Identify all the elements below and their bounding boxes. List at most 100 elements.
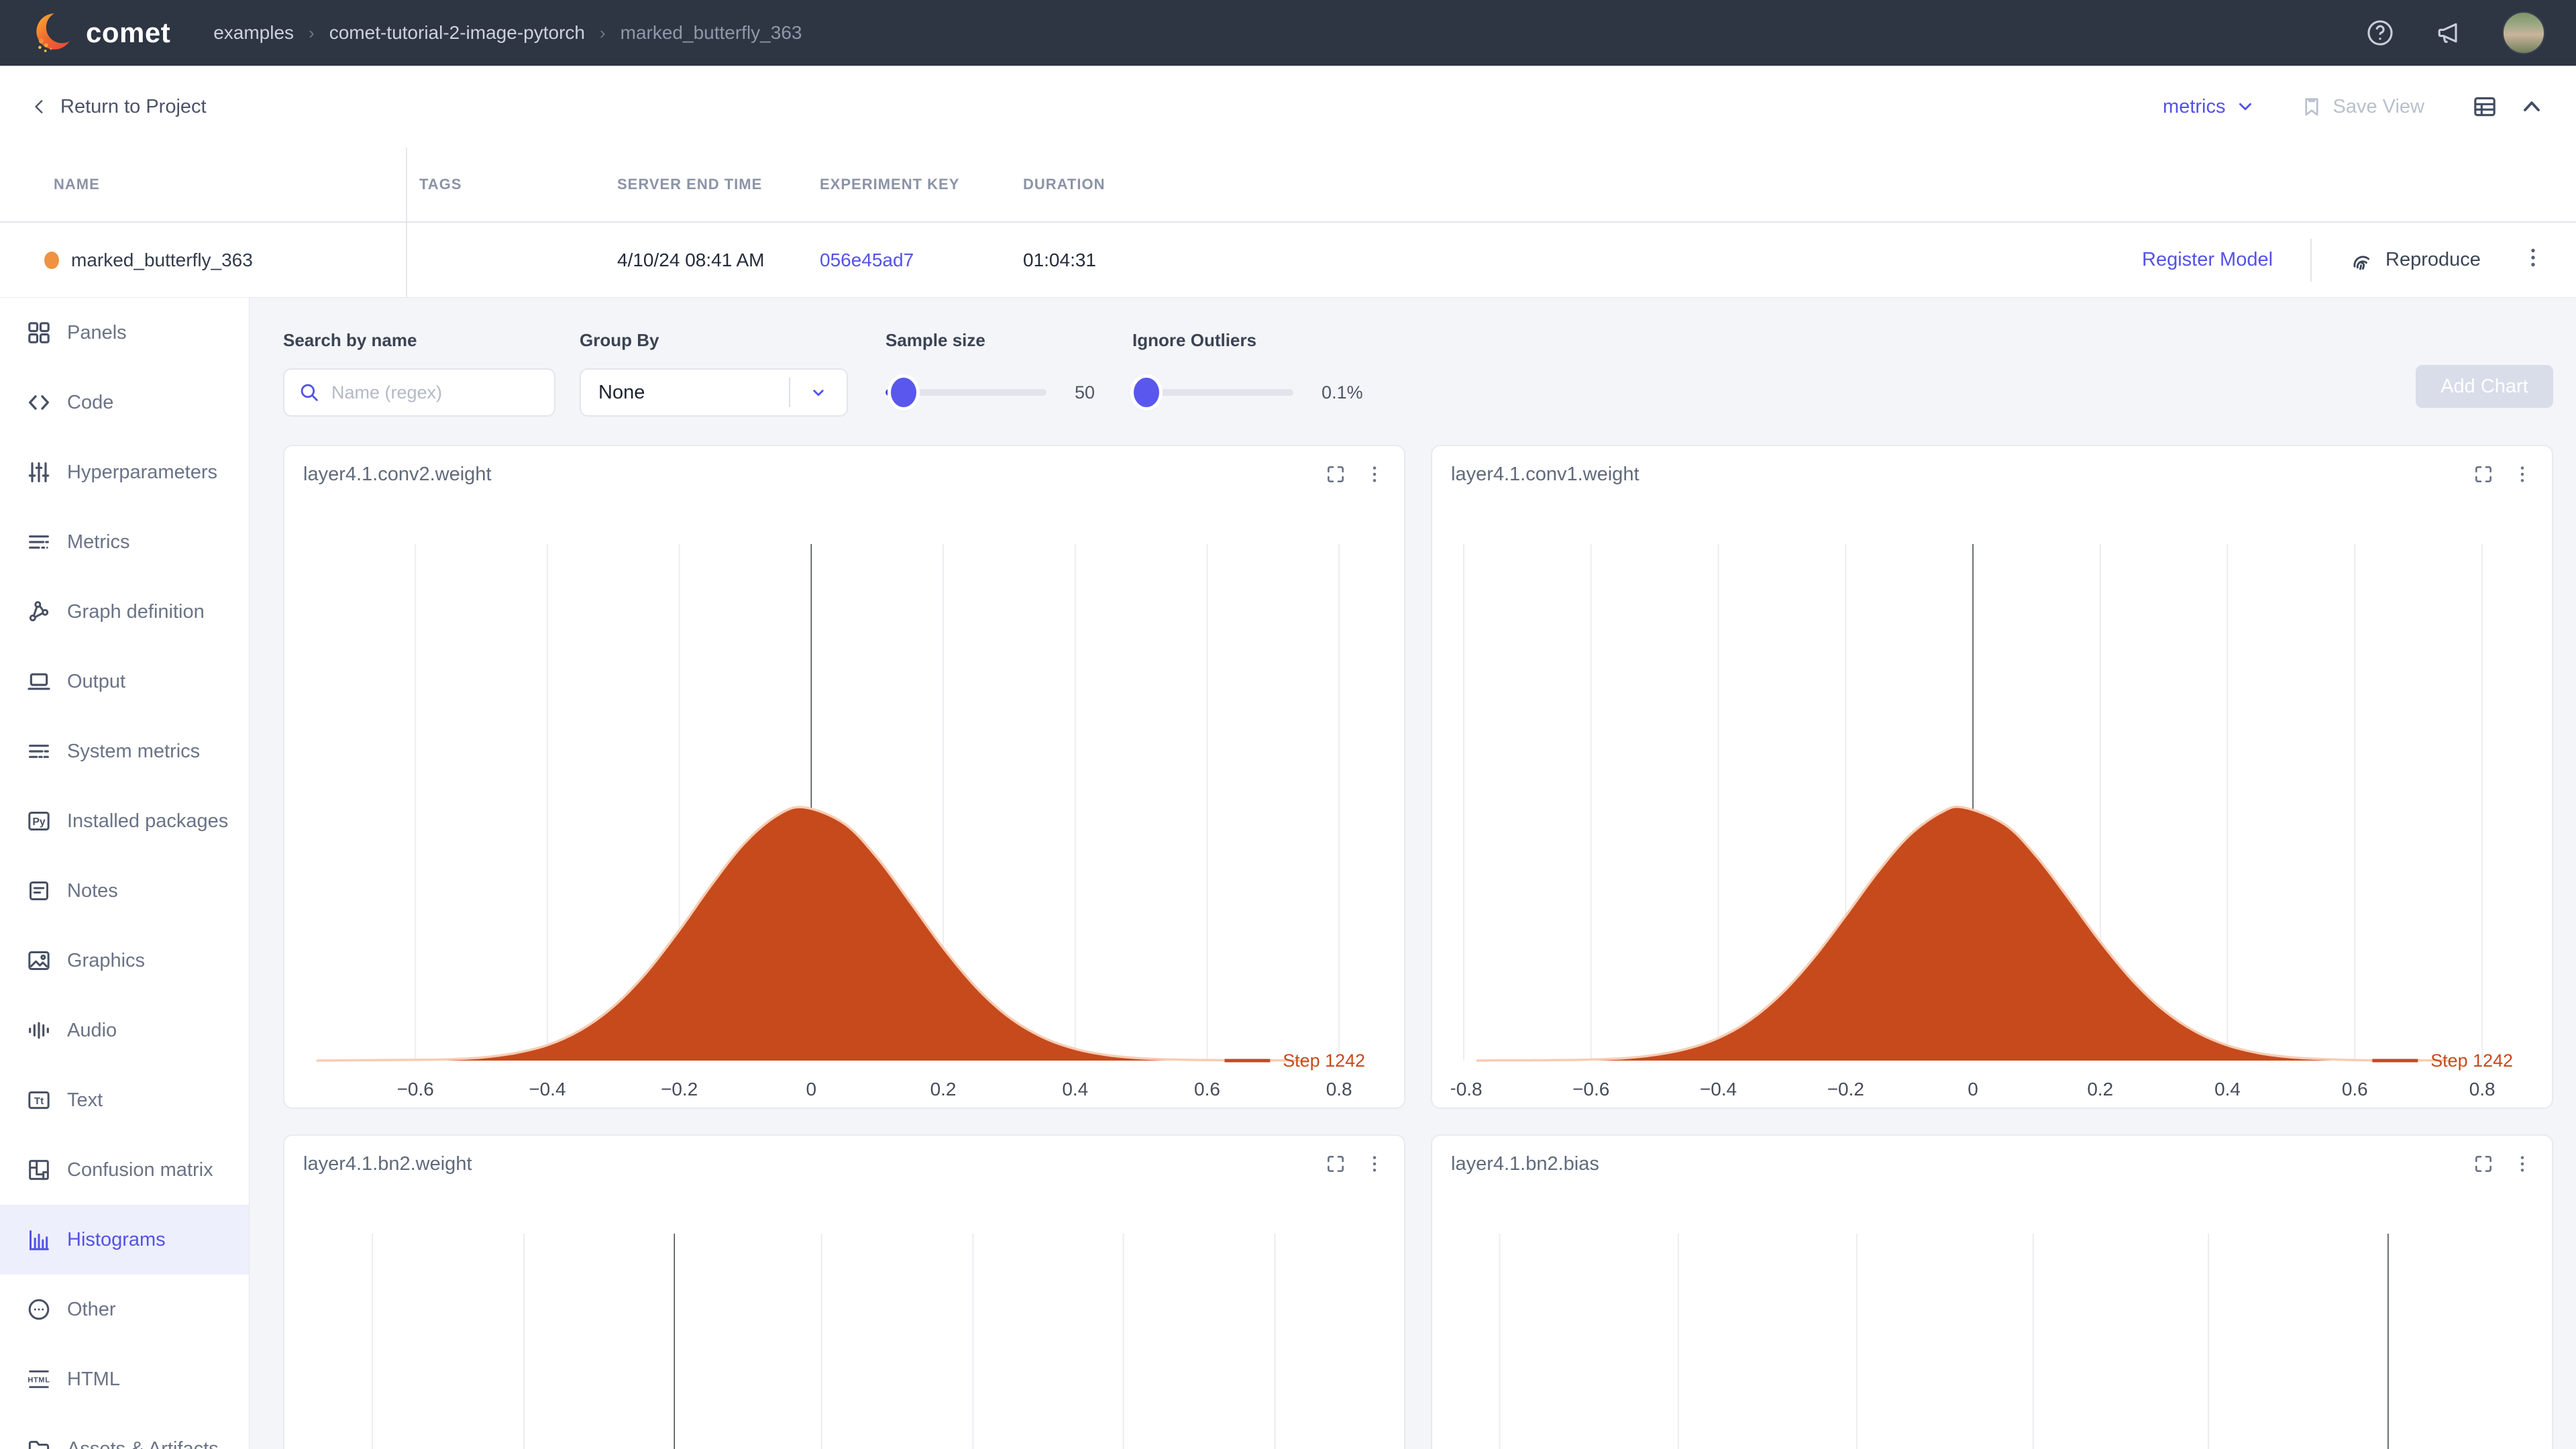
sidebar-item-histograms[interactable]: Histograms bbox=[0, 1205, 249, 1275]
system-metrics-icon bbox=[25, 738, 52, 765]
sidebar-item-system-metrics[interactable]: System metrics bbox=[0, 716, 249, 786]
experiment-name[interactable]: marked_butterfly_363 bbox=[71, 250, 253, 271]
svg-text:HTML: HTML bbox=[28, 1376, 50, 1384]
sidebar-item-notes[interactable]: Notes bbox=[0, 856, 249, 926]
histogram-plot[interactable] bbox=[1451, 1234, 2533, 1449]
svg-text:−0.2: −0.2 bbox=[661, 1079, 698, 1099]
announcements-icon[interactable] bbox=[2434, 18, 2463, 48]
return-label: Return to Project bbox=[60, 96, 207, 118]
svg-text:0.2: 0.2 bbox=[930, 1079, 957, 1099]
sidebar-item-hyperparameters[interactable]: Hyperparameters bbox=[0, 437, 249, 507]
sidebar-item-code[interactable]: Code bbox=[0, 368, 249, 437]
search-input[interactable] bbox=[331, 382, 541, 403]
kebab-icon[interactable] bbox=[1364, 1153, 1385, 1175]
fullscreen-icon[interactable] bbox=[2473, 464, 2494, 485]
histogram-plot[interactable]: −0.8−0.6−0.4−0.200.20.40.60.8Step 1242 bbox=[1451, 544, 2533, 1114]
sidebar-item-metrics[interactable]: Metrics bbox=[0, 507, 249, 577]
search-icon bbox=[298, 381, 321, 404]
col-header-server-end-time: SERVER END TIME bbox=[617, 176, 762, 193]
comet-logo-icon bbox=[31, 11, 75, 55]
search-block: Search by name bbox=[283, 330, 555, 417]
view-toolbar: Return to Project metrics Save View bbox=[0, 66, 2576, 148]
svg-text:−0.6: −0.6 bbox=[397, 1079, 434, 1099]
group-by-select[interactable]: None bbox=[580, 368, 848, 417]
kebab-icon[interactable] bbox=[2512, 1153, 2533, 1175]
help-icon[interactable] bbox=[2365, 18, 2395, 48]
sidebar-item-label: HTML bbox=[67, 1368, 120, 1391]
sidebar-item-graphics[interactable]: Graphics bbox=[0, 926, 249, 996]
fullscreen-icon[interactable] bbox=[1325, 464, 1346, 485]
graph-icon bbox=[25, 598, 52, 625]
reproduce-button[interactable]: Reproduce bbox=[2348, 247, 2481, 274]
breadcrumb-workspace[interactable]: examples bbox=[213, 22, 294, 44]
sidebar-item-html[interactable]: HTML HTML bbox=[0, 1344, 249, 1414]
group-by-block: Group By None bbox=[580, 330, 848, 417]
chart-card-conv2-weight: layer4.1.conv2.weight −0.6−0.4−0.200.20.… bbox=[283, 445, 1405, 1109]
save-view-button[interactable]: Save View bbox=[2300, 95, 2425, 119]
folder-icon bbox=[25, 1436, 52, 1449]
svg-text:0.2: 0.2 bbox=[2087, 1079, 2113, 1099]
view-dropdown[interactable]: metrics bbox=[2163, 96, 2255, 118]
fullscreen-icon[interactable] bbox=[2473, 1153, 2494, 1175]
user-avatar[interactable] bbox=[2502, 11, 2545, 54]
svg-text:0: 0 bbox=[1968, 1079, 1978, 1099]
chart-title: layer4.1.conv2.weight bbox=[303, 464, 492, 486]
sidebar-item-other[interactable]: Other bbox=[0, 1275, 249, 1344]
sidebar-item-label: Panels bbox=[67, 322, 127, 344]
histograms-panel: Search by name Group By None bbox=[250, 298, 2576, 1449]
sidebar-item-text[interactable]: Tt Text bbox=[0, 1065, 249, 1135]
sample-size-value: 50 bbox=[1075, 382, 1095, 403]
table-view-icon[interactable] bbox=[2471, 93, 2498, 120]
ignore-outliers-slider-thumb[interactable] bbox=[1134, 378, 1159, 407]
search-box[interactable] bbox=[283, 368, 555, 417]
sidebar: Panels Code Hyperparameters Metrics bbox=[0, 298, 250, 1449]
server-end-time: 4/10/24 08:41 AM bbox=[617, 250, 765, 271]
collapse-chevron-icon[interactable] bbox=[2518, 93, 2545, 120]
sidebar-item-confusion-matrix[interactable]: Confusion matrix bbox=[0, 1135, 249, 1205]
ignore-outliers-block: Ignore Outliers 0.1% bbox=[1132, 330, 1363, 417]
ignore-outliers-slider[interactable] bbox=[1132, 389, 1293, 396]
svg-text:−0.8: −0.8 bbox=[1451, 1079, 1483, 1099]
breadcrumb-experiment: marked_butterfly_363 bbox=[621, 22, 802, 44]
kebab-icon[interactable] bbox=[2512, 464, 2533, 485]
sidebar-item-assets-artifacts[interactable]: Assets & Artifacts bbox=[0, 1414, 249, 1449]
sample-size-slider[interactable] bbox=[885, 389, 1046, 396]
histogram-plot[interactable]: −0.6−0.4−0.200.20.40.60.8Step 1242 bbox=[303, 544, 1385, 1114]
sample-size-block: Sample size 50 bbox=[885, 330, 1095, 417]
other-icon bbox=[25, 1296, 52, 1323]
fullscreen-icon[interactable] bbox=[1325, 1153, 1346, 1175]
sidebar-item-label: Graphics bbox=[67, 950, 145, 972]
table-row[interactable]: marked_butterfly_363 4/10/24 08:41 AM 05… bbox=[0, 223, 2576, 298]
svg-text:−0.4: −0.4 bbox=[1700, 1079, 1737, 1099]
histogram-plot[interactable] bbox=[303, 1234, 1385, 1449]
chart-title: layer4.1.conv1.weight bbox=[1451, 464, 1640, 486]
comet-logo[interactable]: comet bbox=[31, 11, 170, 55]
top-navbar: comet examples › comet-tutorial-2-image-… bbox=[0, 0, 2576, 66]
sidebar-item-audio[interactable]: Audio bbox=[0, 996, 249, 1065]
register-model-link[interactable]: Register Model bbox=[2142, 249, 2273, 271]
breadcrumb-separator: › bbox=[309, 23, 315, 44]
return-to-project-button[interactable]: Return to Project bbox=[31, 96, 207, 118]
chart-card-bn2-bias: layer4.1.bn2.bias bbox=[1431, 1134, 2553, 1449]
terminal-icon bbox=[25, 668, 52, 695]
confusion-matrix-icon bbox=[25, 1157, 52, 1183]
sidebar-item-label: Histograms bbox=[67, 1229, 166, 1251]
sample-size-slider-thumb[interactable] bbox=[891, 378, 916, 407]
kebab-icon[interactable] bbox=[1364, 464, 1385, 485]
sliders-icon bbox=[25, 459, 52, 486]
sidebar-item-label: Audio bbox=[67, 1020, 117, 1042]
sidebar-item-panels[interactable]: Panels bbox=[0, 298, 249, 368]
sidebar-item-installed-packages[interactable]: Py Installed packages bbox=[0, 786, 249, 856]
charts-grid: layer4.1.conv2.weight −0.6−0.4−0.200.20.… bbox=[283, 445, 2553, 1449]
svg-text:0.8: 0.8 bbox=[2469, 1079, 2496, 1099]
group-by-label: Group By bbox=[580, 330, 848, 351]
add-chart-button[interactable]: Add Chart bbox=[2416, 365, 2553, 408]
sidebar-item-graph-definition[interactable]: Graph definition bbox=[0, 577, 249, 647]
row-menu-button[interactable] bbox=[2521, 246, 2545, 274]
sidebar-item-output[interactable]: Output bbox=[0, 647, 249, 716]
save-view-label: Save View bbox=[2333, 96, 2425, 118]
chevron-down-icon bbox=[2235, 97, 2255, 117]
experiment-table: NAME TAGS SERVER END TIME EXPERIMENT KEY… bbox=[0, 148, 2576, 298]
experiment-key-link[interactable]: 056e45ad7 bbox=[820, 250, 914, 271]
breadcrumb-project[interactable]: comet-tutorial-2-image-pytorch bbox=[329, 22, 585, 44]
